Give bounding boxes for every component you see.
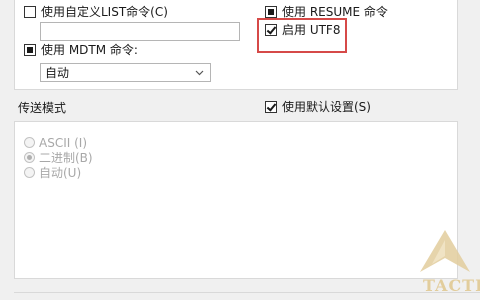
custom-list-label: 使用自定义LIST命令(C) xyxy=(41,5,168,19)
radio-ascii-label: ASCII (I) xyxy=(39,136,87,150)
bottom-separator xyxy=(14,292,480,293)
transfer-mode-title: 传送模式 xyxy=(18,101,67,115)
radio-auto[interactable] xyxy=(24,167,35,178)
utf8-label: 启用 UTF8 xyxy=(282,23,341,37)
chevron-down-icon xyxy=(195,70,204,76)
custom-list-input[interactable] xyxy=(40,22,240,41)
watermark-text: TACTR xyxy=(423,276,480,295)
mdtm-select-value: 自动 xyxy=(45,66,70,80)
mdtm-checkbox[interactable] xyxy=(24,44,36,56)
use-default-checkbox[interactable] xyxy=(265,101,277,113)
resume-label: 使用 RESUME 命令 xyxy=(282,5,388,19)
radio-ascii[interactable] xyxy=(24,137,35,148)
watermark-logo-icon xyxy=(420,230,470,272)
resume-checkbox[interactable] xyxy=(265,6,277,18)
radio-binary[interactable] xyxy=(24,152,35,163)
use-default-label: 使用默认设置(S) xyxy=(282,100,371,114)
mdtm-select[interactable]: 自动 xyxy=(40,63,211,82)
custom-list-checkbox[interactable] xyxy=(24,6,36,18)
radio-binary-label: 二进制(B) xyxy=(39,151,93,165)
mdtm-label: 使用 MDTM 命令: xyxy=(41,43,138,57)
radio-auto-label: 自动(U) xyxy=(39,166,82,180)
utf8-checkbox[interactable] xyxy=(265,24,277,36)
